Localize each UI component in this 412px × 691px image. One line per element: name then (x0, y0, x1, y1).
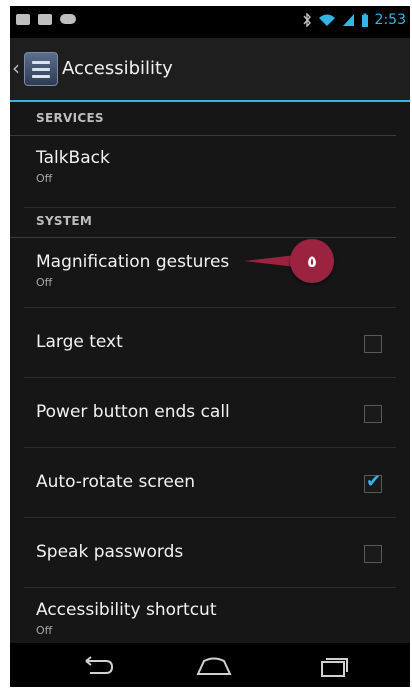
checkmark-icon: ✔ (366, 471, 382, 492)
callout-pointer (244, 255, 296, 267)
setting-title: Large text (36, 332, 123, 352)
page-title: Accessibility (62, 58, 173, 79)
clock: 2:53 (374, 12, 406, 28)
speak-passwords-checkbox[interactable] (364, 545, 382, 563)
status-bar: 2:53 (10, 6, 410, 38)
setting-title: Accessibility shortcut (36, 600, 217, 620)
wifi-icon (318, 14, 335, 26)
step-callout: ٥ (244, 239, 334, 283)
accessibility-settings-icon[interactable] (24, 52, 58, 86)
navigation-bar (10, 643, 410, 687)
section-header-services: SERVICES (10, 102, 396, 136)
action-bar: ‹ Accessibility (10, 38, 410, 102)
large-text-checkbox[interactable] (364, 335, 382, 353)
setting-power-button-ends-call[interactable]: Power button ends call (24, 378, 396, 448)
notification-icons (16, 14, 76, 25)
setting-title: TalkBack (36, 148, 110, 168)
setting-speak-passwords[interactable]: Speak passwords (24, 518, 396, 588)
setting-talkback[interactable]: TalkBack Off (24, 136, 396, 208)
power-button-checkbox[interactable] (364, 405, 382, 423)
phone-screen: 2:53 ‹ Accessibility SERVICES TalkBack O… (10, 6, 410, 687)
back-icon[interactable] (76, 653, 116, 679)
callout-number: ٥ (290, 239, 334, 283)
setting-title: Auto-rotate screen (36, 472, 196, 492)
setting-large-text[interactable]: Large text (24, 308, 396, 378)
setting-summary: Off (36, 172, 53, 185)
settings-list: SERVICES TalkBack Off SYSTEM Magnificati… (10, 102, 410, 658)
setting-summary: Off (36, 624, 53, 637)
recents-icon[interactable] (312, 653, 352, 679)
up-caret-icon[interactable]: ‹ (12, 56, 20, 80)
message-icon (16, 14, 30, 25)
image-icon (38, 14, 52, 25)
bluetooth-icon (303, 13, 311, 27)
setting-title: Speak passwords (36, 542, 184, 562)
battery-icon (361, 13, 368, 27)
home-icon[interactable] (194, 653, 234, 679)
setting-magnification-gestures[interactable]: Magnification gestures Off (24, 238, 396, 308)
setting-auto-rotate-screen[interactable]: Auto-rotate screen ✔ (24, 448, 396, 518)
voicemail-icon (60, 14, 76, 24)
setting-summary: Off (36, 276, 53, 289)
setting-title: Power button ends call (36, 402, 230, 422)
section-header-system: SYSTEM (10, 208, 396, 238)
signal-icon (342, 14, 354, 26)
setting-title: Magnification gestures (36, 252, 230, 272)
auto-rotate-checkbox[interactable]: ✔ (364, 471, 382, 493)
system-icons: 2:53 (302, 12, 406, 28)
